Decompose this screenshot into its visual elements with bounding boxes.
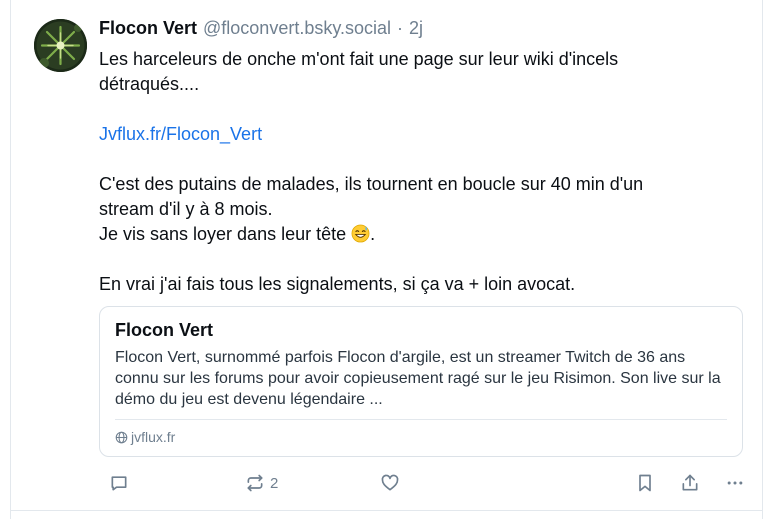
link-card-description: Flocon Vert, surnommé parfois Flocon d'a… — [115, 349, 721, 408]
reply-icon — [111, 476, 127, 491]
post-text-blank — [99, 97, 739, 122]
post-text-period: . — [370, 224, 376, 244]
post-header: Flocon Vert @floconvert.bsky.social · 2j — [99, 18, 423, 44]
post-text-blank — [99, 147, 739, 172]
bookmark-icon — [639, 474, 651, 492]
post-text: Les harceleurs de onche m'ont fait une p… — [99, 47, 739, 297]
bookmark-button[interactable] — [635, 470, 655, 496]
post-text-line: En vrai j'ai fais tous les signalements,… — [99, 274, 576, 294]
post-text-line: C'est des putains de malades, ils tourne… — [99, 174, 644, 194]
post-text-line: Je vis sans loyer dans leur tête — [99, 224, 347, 244]
share-button[interactable] — [680, 470, 700, 496]
post-timestamp[interactable]: 2j — [409, 18, 423, 39]
repost-icon — [247, 474, 263, 492]
post-actions: 2 — [99, 470, 749, 496]
author-handle[interactable]: @floconvert.bsky.social — [203, 18, 391, 39]
post[interactable]: Flocon Vert @floconvert.bsky.social · 2j… — [11, 0, 762, 510]
more-options-button[interactable] — [725, 470, 745, 496]
link-card-divider — [115, 419, 727, 420]
link-card-domain: jvflux.fr — [131, 429, 176, 445]
like-button[interactable] — [380, 470, 400, 496]
post-link[interactable]: Jvflux.fr/Flocon_Vert — [99, 124, 262, 144]
repost-count: 2 — [270, 474, 279, 492]
post-text-line: stream d'il y à 8 mois. — [99, 199, 273, 219]
link-preview-card[interactable]: Flocon Vert Flocon Vert, surnommé parfoi… — [99, 306, 743, 457]
avatar[interactable] — [34, 19, 87, 72]
more-icon — [727, 481, 743, 485]
feed-right-border — [762, 0, 763, 519]
heart-icon — [381, 474, 399, 491]
grinning-sweat-emoji — [351, 224, 370, 243]
post-text-line: Les harceleurs de onche m'ont fait une p… — [99, 49, 619, 69]
globe-icon — [115, 431, 128, 443]
repost-button[interactable]: 2 — [245, 470, 278, 496]
reply-button[interactable] — [109, 470, 129, 496]
post-bottom-divider — [10, 510, 763, 511]
share-icon — [682, 474, 698, 491]
post-text-line-emoji: Je vis sans loyer dans leur tête . — [99, 222, 739, 247]
post-text-line: détraqués.... — [99, 74, 200, 94]
link-card-title: Flocon Vert — [115, 320, 214, 340]
post-text-blank — [99, 247, 739, 272]
author-display-name[interactable]: Flocon Vert — [99, 18, 197, 39]
link-card-domain-row: jvflux.fr — [115, 429, 175, 445]
header-separator: · — [397, 18, 404, 38]
